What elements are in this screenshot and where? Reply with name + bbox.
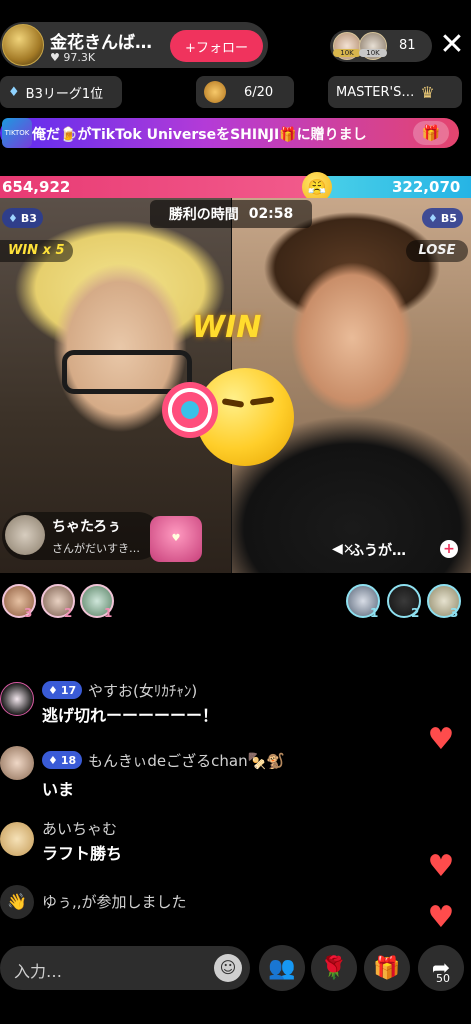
left-contributor-rank: 1 — [104, 606, 113, 620]
right-contributor-rank: 3 — [450, 606, 459, 620]
diamond-icon: ♦ — [8, 84, 20, 100]
left-guest-name[interactable]: ちゃたろぅ — [52, 516, 121, 536]
viewer-count[interactable]: 81 — [399, 38, 416, 53]
level-badge: ♦ 18 — [42, 751, 83, 769]
guest-invite-icon[interactable]: 👥 — [259, 945, 305, 991]
league-chip[interactable]: ♦ B3リーグ1位 — [0, 76, 122, 108]
gift-sticker-icon: ♥ — [150, 516, 202, 562]
comment-username[interactable]: あいちゃむ — [42, 818, 117, 839]
right-guest-name[interactable]: ふうが… — [350, 540, 406, 560]
left-rank-badge: ♦ B3 — [2, 208, 43, 228]
left-guest-avatar[interactable] — [5, 515, 45, 555]
comment-input-placeholder: 入力… — [14, 962, 63, 981]
wave-icon: 👋 — [0, 885, 34, 919]
emoji-icon[interactable]: ☺ — [214, 954, 242, 982]
progress-label: 6/20 — [244, 84, 274, 100]
master-label: MASTER'S… — [336, 84, 415, 100]
viewer-badge-2: 10K — [359, 49, 387, 57]
right-rank-badge: ♦ B5 — [422, 208, 463, 228]
comment-text: いま — [42, 780, 75, 799]
heart-icon: ♥ — [427, 722, 455, 757]
planet-icon — [204, 81, 226, 103]
right-rank-label: B5 — [440, 211, 457, 225]
diamond-icon: ♦ — [428, 211, 438, 225]
viewer-badge-1: 10K — [333, 49, 361, 57]
right-contributor-rank: 1 — [370, 606, 379, 620]
left-contributor-rank: 3 — [24, 606, 33, 620]
commenter-avatar[interactable] — [0, 746, 34, 780]
diamond-icon: ♦ — [48, 683, 58, 697]
comment-text: ラフト勝ち — [42, 844, 123, 863]
timer-label: 勝利の時間 — [168, 207, 239, 223]
megaphone-icon — [162, 382, 218, 438]
lose-tag: LOSE — [406, 240, 468, 262]
left-score: 654,922 — [2, 178, 71, 196]
right-contributor-rank: 2 — [411, 606, 420, 620]
right-score: 322,070 — [392, 178, 461, 196]
commenter-avatar[interactable] — [0, 822, 34, 856]
gift-icon[interactable]: 🎁 — [413, 121, 449, 145]
join-message: ゆぅ,,が参加しました — [42, 893, 187, 911]
diamond-icon: ♦ — [8, 211, 18, 225]
share-count: 50 — [436, 972, 450, 985]
comment-username[interactable]: やすお(女ﾘｶﾁｬﾝ) — [88, 680, 197, 701]
heart-icon: ♥ — [427, 849, 455, 884]
host-likes: ♥ 97.3K — [50, 51, 96, 64]
left-guest-sub: さんがだいすき… — [52, 542, 140, 555]
host-avatar[interactable] — [2, 24, 44, 66]
battle-timer: 勝利の時間 02:58 — [150, 200, 312, 228]
league-label: B3リーグ1位 — [25, 86, 104, 102]
follow-button[interactable]: +フォロー — [170, 30, 263, 62]
commenter-avatar[interactable] — [0, 682, 34, 716]
left-contributor-rank: 2 — [64, 606, 73, 620]
close-icon[interactable]: ✕ — [437, 27, 467, 63]
level-badge: ♦ 17 — [42, 681, 83, 699]
host-name[interactable]: 金花きんば… — [50, 28, 152, 53]
comment-text: 逃げ切れーーーーーー！ — [42, 706, 219, 725]
level-number: 18 — [60, 753, 77, 767]
win-overlay-text: WIN — [192, 310, 262, 345]
timer-value: 02:58 — [248, 206, 294, 222]
left-rank-label: B3 — [20, 211, 37, 225]
heart-icon: ♥ — [427, 900, 455, 935]
rose-icon[interactable]: 🌹 — [311, 945, 357, 991]
follow-plus-icon[interactable]: + — [440, 540, 458, 558]
diamond-icon: ♦ — [48, 753, 58, 767]
level-number: 17 — [60, 683, 77, 697]
gift-icon[interactable]: 🎁 — [364, 945, 410, 991]
win-streak-tag: WIN x 5 — [0, 240, 73, 262]
gift-banner-text: 俺だ🍺がTikTok UniverseをSHINJI🎁に贈りまし — [32, 127, 367, 143]
crown-icon: ♛ — [420, 82, 435, 102]
comment-username[interactable]: もんきぃdeござるchan🍢🐒 — [88, 750, 285, 771]
progress-chip[interactable]: 6/20 — [196, 76, 294, 108]
master-chip[interactable]: MASTER'S… ♛ — [328, 76, 462, 108]
tiktok-universe-logo: TIKTOK — [2, 118, 32, 148]
